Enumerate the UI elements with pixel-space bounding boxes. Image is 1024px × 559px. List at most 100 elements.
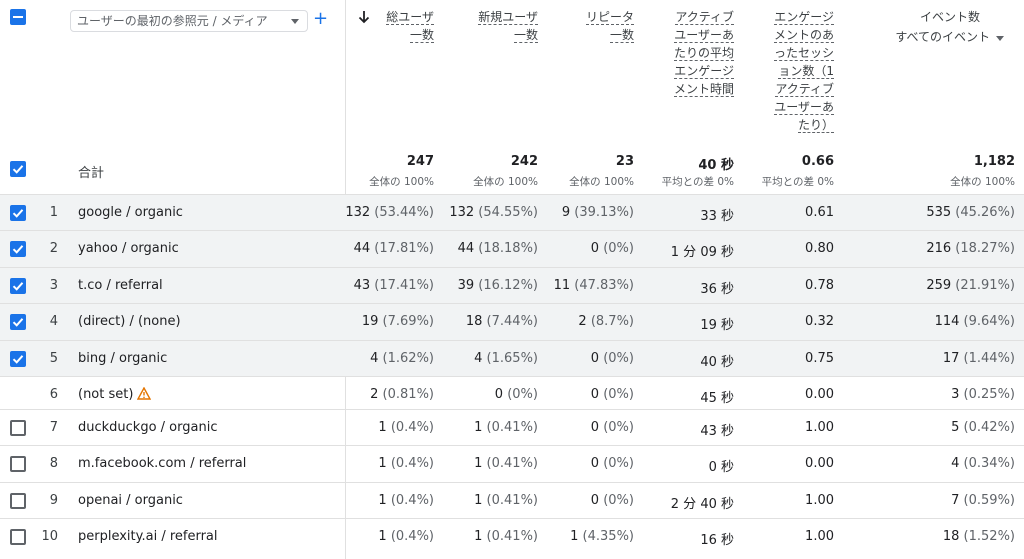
table-cell: 3 (0.25%) [885,387,1015,402]
cell-value: 0.32 [805,314,834,329]
row-rank: 9 [49,493,58,508]
row-rank: 7 [49,420,58,435]
row-checkbox[interactable] [10,205,26,221]
cell-value: 2 [370,387,379,402]
cell-value: 132 [449,205,475,220]
table-row[interactable]: 1 google / organic 132 (53.44%) 132 (54.55%… [0,194,1024,230]
checkmark-icon [12,318,24,327]
column-header-returning-users[interactable]: リピータ 一数 [560,8,634,44]
table-cell: 1.00 [704,529,834,544]
row-dimension-label: t.co / referral [78,278,163,293]
table-cell: 4 (0.34%) [885,456,1015,471]
row-checkbox[interactable] [10,351,26,367]
cell-value: 1 [378,456,387,471]
cell-value: 1 [474,529,483,544]
select-all-checkbox[interactable] [10,9,26,25]
table-cell: 0.78 [704,278,834,293]
cell-value: 1 [378,420,387,435]
table-row[interactable]: 7 duckduckgo / organic 1 (0.4%) 1 (0.41%) 0 … [0,409,1024,445]
cell-value: 1 [474,420,483,435]
table-row[interactable]: 3 t.co / referral 43 (17.41%) 39 (16.12%) 11… [0,267,1024,303]
row-checkbox[interactable] [10,241,26,257]
row-checkbox[interactable] [10,529,26,545]
row-dimension: t.co / referral [78,278,163,293]
cell-value: 4 [951,456,960,471]
checkmark-icon [12,209,24,218]
totals-checkbox[interactable] [10,161,26,177]
cell-value: 11 [553,278,571,293]
column-header-avg-engagement[interactable]: アクティブ ユーザーあ たりの平均 エンゲージ メント時間 [660,8,734,98]
cell-value: 114 [934,314,960,329]
row-checkbox[interactable] [10,278,26,294]
column-header-new-users[interactable]: 新規ユーザ 一数 [458,8,538,44]
row-rank: 4 [49,314,58,329]
cell-value: 1.00 [805,493,834,508]
column-header-total-users[interactable]: 総ユーザ 一数 [376,8,434,44]
cell-value: 1 [378,529,387,544]
cell-value: 0.80 [805,241,834,256]
row-dimension: yahoo / organic [78,241,179,256]
chevron-down-icon [291,19,299,24]
row-rank: 1 [49,205,58,220]
table-row[interactable]: 4 (direct) / (none) 19 (7.69%) 18 (7.44%) 2 … [0,303,1024,340]
row-dimension-label: perplexity.ai / referral [78,529,218,544]
row-dimension: openai / organic [78,493,183,508]
row-dimension-label: bing / organic [78,351,168,366]
cell-value: 4 [474,351,483,366]
sort-arrow-down-icon[interactable] [358,10,370,24]
cell-value: 7 [951,493,960,508]
totals-subvalue: 全体の 100% [369,176,434,188]
row-checkbox[interactable] [10,493,26,509]
totals-value: 0.66 [801,154,834,169]
cell-value: 0.78 [805,278,834,293]
table-row[interactable]: 8 m.facebook.com / referral 1 (0.4%) 1 (0.4… [0,445,1024,482]
row-dimension-label: (direct) / (none) [78,314,181,329]
cell-value: 259 [926,278,952,293]
table-cell: 5 (0.42%) [885,420,1015,435]
table-row[interactable]: 5 bing / organic 4 (1.62%) 4 (1.65%) 0 (0%) 4… [0,340,1024,376]
add-dimension-button[interactable]: + [313,9,328,29]
dimension-select[interactable]: ユーザーの最初の参照元 / メディア [70,10,308,32]
table-row[interactable]: 10 perplexity.ai / referral 1 (0.4%) 1 (0.4… [0,518,1024,559]
row-dimension: (not set) [78,386,152,404]
cell-value: 0.75 [805,351,834,366]
checkmark-icon [12,282,24,291]
row-dimension-label: yahoo / organic [78,241,179,256]
row-dimension-label: duckduckgo / organic [78,420,218,435]
totals-label: 合計 [78,166,105,181]
row-checkbox[interactable] [10,420,26,436]
row-checkbox[interactable] [10,314,26,330]
row-rank: 6 [49,387,58,402]
row-dimension: perplexity.ai / referral [78,529,218,544]
table-row[interactable]: 2 yahoo / organic 44 (17.81%) 44 (18.18%) 0 … [0,230,1024,267]
cell-value: 44 [353,241,371,256]
row-dimension: m.facebook.com / referral [78,456,246,471]
warning-icon[interactable] [137,386,152,404]
table-cell: 0.80 [704,241,834,256]
row-checkbox[interactable] [10,456,26,472]
checkmark-icon [12,245,24,254]
table-row[interactable]: 9 openai / organic 1 (0.4%) 1 (0.41%) 0 (0%)… [0,482,1024,518]
cell-value: 0 [590,241,600,256]
checkmark-icon [12,165,24,174]
cell-percentage: (9.64%) [963,314,1015,329]
column-header-events[interactable]: イベント数 [880,8,980,26]
cell-value: 0 [494,387,504,402]
row-rank: 10 [41,529,58,544]
event-filter-select[interactable]: すべてのイベント [860,28,990,46]
table-row[interactable]: 6 (not set) 2 (0.81%) 0 (0%) 0 (0%) 45 秒 0.00 3… [0,376,1024,409]
cell-value: 2 [578,314,587,329]
cell-value: 43 [353,278,371,293]
cell-value: 1 [474,456,483,471]
table-cell: 259 (21.91%) [885,278,1015,293]
cell-value: 18 [465,314,483,329]
cell-value: 0.00 [805,456,834,471]
cell-value: 0.00 [805,387,834,402]
table-cell: 535 (45.26%) [885,205,1015,220]
cell-value: 44 [457,241,475,256]
totals-value: 1,182 [973,154,1015,169]
cell-value: 0 [590,420,600,435]
chevron-down-icon[interactable] [996,36,1004,41]
column-header-engaged-sessions[interactable]: エンゲージ メントのあ ったセッシ ョン数（1 アクティブ ユーザーあ たり） [760,8,834,134]
cell-value: 0 [590,387,600,402]
